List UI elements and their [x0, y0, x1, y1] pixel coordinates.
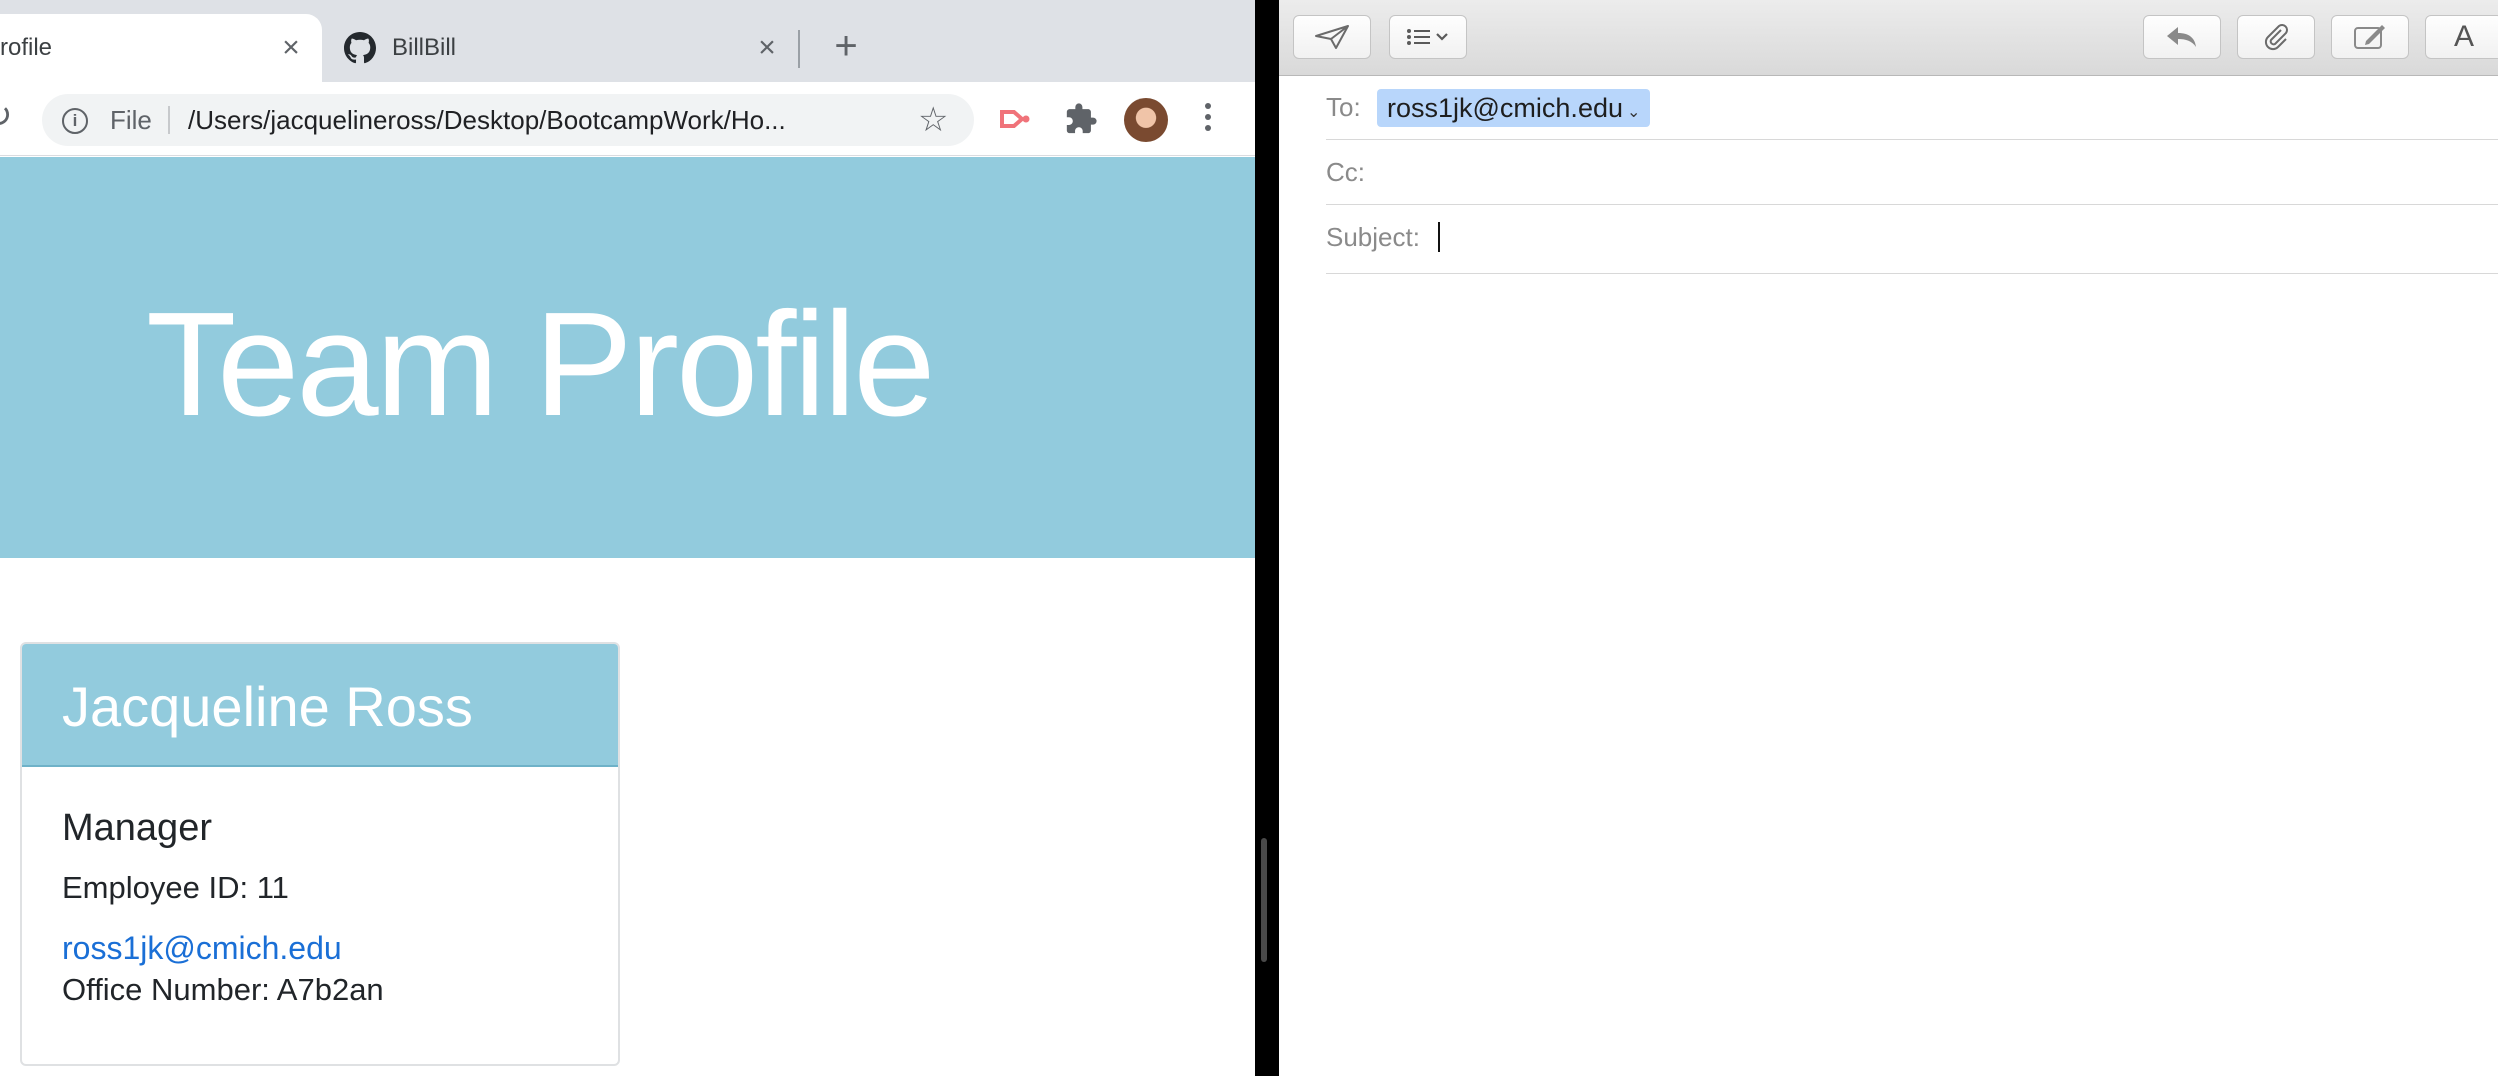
- page-content: Team Profile Jacqueline Ross Manager Emp…: [0, 157, 1255, 1076]
- employee-role: Manager: [62, 807, 212, 849]
- tab-billbill[interactable]: BillBill ×: [322, 14, 792, 82]
- reply-button[interactable]: [2143, 15, 2221, 59]
- browser-window: rofile × BillBill × + ↻ i File /Users/ja…: [0, 0, 1255, 1076]
- font-icon[interactable]: A: [2425, 15, 2498, 59]
- star-icon[interactable]: ☆: [918, 102, 948, 138]
- send-button[interactable]: [1293, 15, 1371, 59]
- cc-field[interactable]: Cc:: [1326, 141, 2498, 205]
- format-list-button[interactable]: [1389, 15, 1467, 59]
- mail-compose-window: A To: ross1jk@cmich.edu ⌄ Cc: Subject:: [1279, 0, 2498, 1076]
- split-view-handle[interactable]: [1261, 838, 1267, 962]
- close-icon[interactable]: ×: [276, 33, 306, 63]
- send-icon: [1315, 25, 1349, 49]
- chevron-down-icon[interactable]: ⌄: [1627, 104, 1640, 121]
- url-text[interactable]: /Users/jacquelineross/Desktop/BootcampWo…: [188, 105, 786, 136]
- mail-toolbar: A: [1279, 0, 2498, 76]
- cc-label: Cc:: [1326, 157, 1365, 187]
- markup-icon: [2354, 25, 2385, 49]
- subject-field[interactable]: Subject:: [1326, 206, 2498, 274]
- tab-team-profile[interactable]: rofile ×: [0, 14, 322, 82]
- recipient-token[interactable]: ross1jk@cmich.edu ⌄: [1377, 89, 1651, 127]
- divider: [168, 106, 170, 134]
- tab-separator: [798, 30, 800, 68]
- to-field[interactable]: To: ross1jk@cmich.edu ⌄: [1326, 76, 2498, 140]
- employee-id: Employee ID: 11: [62, 870, 289, 905]
- scheme-label: File: [110, 105, 152, 135]
- employee-card: Jacqueline Ross Manager Employee ID: 11 …: [20, 642, 620, 1066]
- email-link[interactable]: ross1jk@cmich.edu: [62, 930, 342, 967]
- employee-name: Jacqueline Ross: [62, 675, 473, 738]
- github-icon: [344, 32, 376, 64]
- markup-button[interactable]: [2331, 15, 2409, 59]
- attachment-icon: [2264, 24, 2288, 51]
- card-header: Jacqueline Ross: [22, 644, 618, 767]
- tab-title: rofile: [0, 34, 53, 61]
- close-icon[interactable]: ×: [752, 33, 782, 63]
- address-bar[interactable]: i File /Users/jacquelineross/Desktop/Boo…: [42, 94, 974, 146]
- reload-icon[interactable]: ↻: [0, 98, 20, 134]
- reply-icon: [2167, 27, 2196, 47]
- subject-label: Subject:: [1326, 222, 1420, 252]
- extension-icon[interactable]: [998, 102, 1032, 136]
- page-header-banner: Team Profile: [0, 157, 1255, 558]
- avatar[interactable]: [1124, 98, 1168, 142]
- page-title: Team Profile: [146, 282, 936, 447]
- browser-toolbar: ↻ i File /Users/jacquelineross/Desktop/B…: [0, 82, 1255, 156]
- text-caret: [1438, 222, 1440, 252]
- office-number: Office Number: A7b2an: [62, 972, 384, 1007]
- tab-strip: rofile × BillBill × +: [0, 0, 1255, 82]
- split-view-divider[interactable]: [1255, 0, 1279, 1076]
- to-label: To:: [1326, 92, 1361, 122]
- puzzle-icon[interactable]: [1064, 102, 1098, 136]
- plus-icon[interactable]: +: [826, 26, 866, 66]
- attach-button[interactable]: [2237, 15, 2315, 59]
- kebab-menu-icon[interactable]: [1200, 98, 1216, 142]
- info-icon[interactable]: i: [62, 108, 88, 134]
- list-format-icon: [1407, 29, 1448, 45]
- recipient-address: ross1jk@cmich.edu: [1387, 93, 1623, 123]
- tab-title: BillBill: [392, 34, 457, 61]
